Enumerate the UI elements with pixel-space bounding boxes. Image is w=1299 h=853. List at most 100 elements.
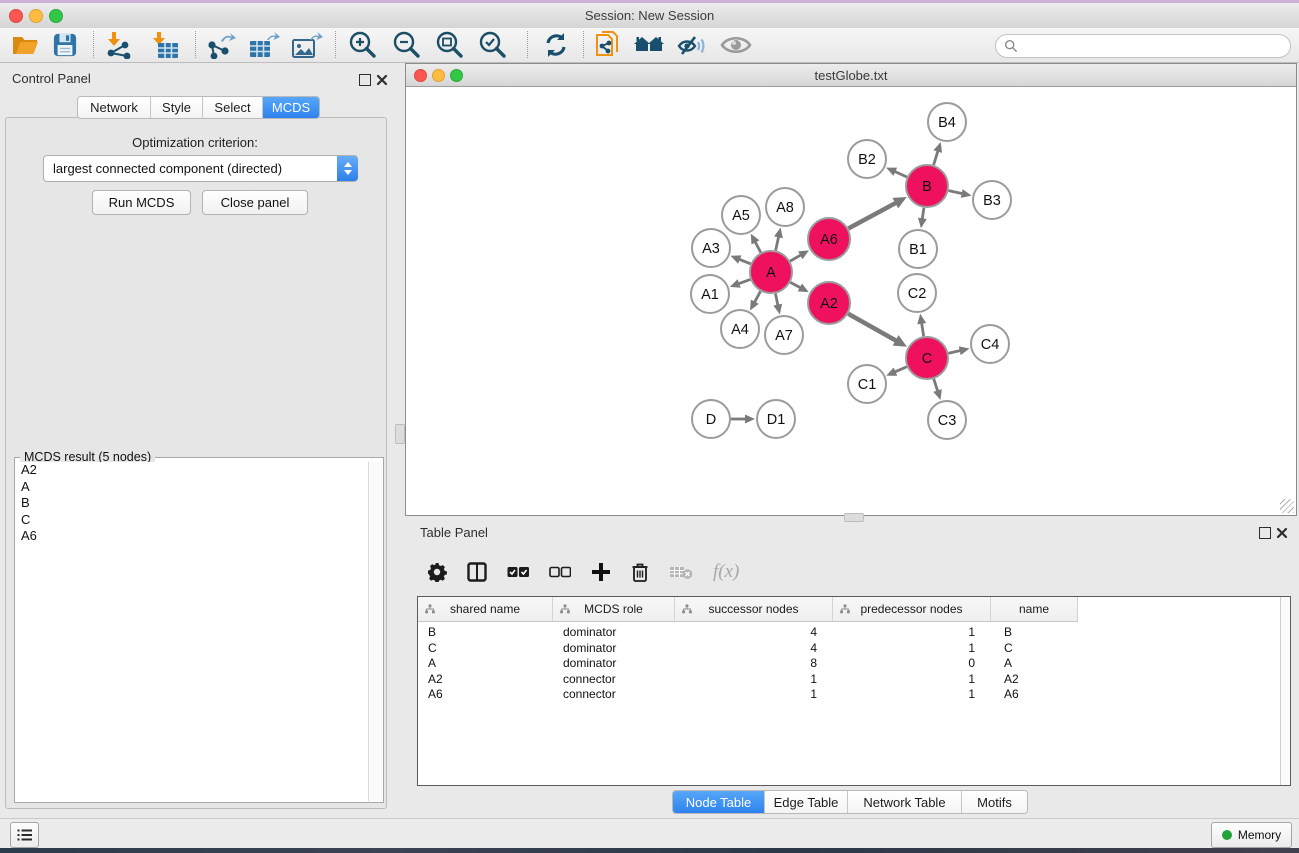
zoom-out-icon	[391, 30, 421, 60]
graph-edge-B-B4[interactable]	[934, 150, 939, 165]
graph-edge-A-A3[interactable]	[738, 259, 751, 264]
import-network-button[interactable]	[100, 30, 138, 60]
control-panel-close-button[interactable]	[376, 73, 388, 91]
table-row-A2[interactable]: A2connector11A2	[418, 672, 1290, 688]
run-mcds-label: Run MCDS	[109, 195, 175, 210]
window-resize-grip[interactable]	[1280, 499, 1294, 513]
table-cell: A6	[991, 687, 1078, 703]
graph-edge-C-C3[interactable]	[934, 379, 938, 392]
import-table-icon	[148, 31, 180, 59]
select-stepper-icon	[337, 156, 358, 181]
zoom-fit-button[interactable]	[430, 30, 468, 60]
search-input[interactable]	[1023, 38, 1277, 54]
mcds-result-scrollbar[interactable]	[368, 462, 382, 801]
tab-network[interactable]: Network	[78, 97, 151, 118]
refresh-button[interactable]	[536, 30, 576, 60]
table-delete-table-button[interactable]	[669, 557, 693, 587]
open-session-button[interactable]	[8, 30, 42, 60]
graph-node-label-A2: A2	[820, 296, 838, 312]
network-file-button[interactable]	[590, 30, 628, 60]
graph-edge-A6-B[interactable]	[848, 202, 897, 228]
table-scrollbar[interactable]	[1280, 597, 1290, 785]
export-table-button[interactable]	[245, 30, 283, 60]
search-field[interactable]	[995, 34, 1291, 58]
tab-network-table[interactable]: Network Table	[848, 791, 962, 813]
graph-node-label-A4: A4	[731, 322, 749, 338]
column-header-shared-name[interactable]: shared name	[418, 597, 553, 621]
table-row-A6[interactable]: A6connector11A6	[418, 687, 1290, 703]
network-canvas[interactable]: B4B2BB3A8A5A6A3B1AC2A1A2A4A7C4CC1C3DD1	[406, 87, 1296, 515]
table-deselect-all-button[interactable]	[549, 557, 571, 587]
column-header-successor-nodes[interactable]: successor nodes	[675, 597, 833, 621]
hide-details-button[interactable]	[672, 30, 710, 60]
graph-node-label-A1: A1	[701, 287, 719, 303]
table-cell: 1	[675, 687, 833, 703]
splitter-handle-horizontal[interactable]	[844, 513, 864, 522]
splitter-handle-vertical[interactable]	[395, 424, 405, 444]
save-session-icon	[53, 33, 77, 57]
settings-gear-icon	[427, 562, 447, 582]
column-header-name[interactable]: name	[991, 597, 1078, 621]
show-details-button[interactable]	[716, 30, 756, 60]
control-panel-float-button[interactable]	[359, 74, 371, 86]
graph-edge-B-B3[interactable]	[949, 191, 964, 194]
graph-edge-A-A4[interactable]	[754, 291, 761, 303]
table-panel-close-button[interactable]	[1276, 526, 1288, 544]
tab-select[interactable]: Select	[203, 97, 263, 118]
zoom-selected-button[interactable]	[473, 30, 511, 60]
graph-edge-A-A5[interactable]	[755, 241, 761, 253]
table-select-all-button[interactable]	[507, 557, 529, 587]
graph-edge-C-C1[interactable]	[894, 367, 907, 373]
status-bar: Memory	[0, 818, 1299, 849]
table-add-column-button[interactable]	[591, 557, 611, 587]
table-row-B[interactable]: Bdominator41B	[418, 625, 1290, 641]
run-mcds-button[interactable]: Run MCDS	[92, 190, 191, 215]
tab-mcds[interactable]: MCDS	[263, 97, 319, 118]
memory-button[interactable]: Memory	[1211, 822, 1292, 848]
graph-edge-C-C2[interactable]	[921, 322, 923, 337]
graph-node-label-C4: C4	[981, 337, 1000, 353]
table-settings-button[interactable]	[427, 557, 447, 587]
tab-node-table[interactable]: Node Table	[673, 791, 765, 813]
show-panels-button[interactable]	[10, 822, 39, 848]
zoom-in-button[interactable]	[343, 30, 381, 60]
app-title: Session: New Session	[0, 8, 1299, 23]
mcds-result-item[interactable]: C	[16, 512, 368, 529]
graph-edge-arrowhead	[773, 304, 782, 315]
mcds-result-item[interactable]: A2	[16, 462, 368, 479]
zoom-out-button[interactable]	[387, 30, 425, 60]
import-table-button[interactable]	[145, 30, 183, 60]
graph-edge-arrowhead	[933, 389, 942, 400]
graph-node-label-B1: B1	[909, 242, 927, 258]
attribute-tree-icon	[682, 604, 692, 614]
table-function-builder-button[interactable]: f(x)	[713, 557, 739, 587]
column-header-MCDS-role[interactable]: MCDS role	[553, 597, 675, 621]
tab-edge-table[interactable]: Edge Table	[765, 791, 848, 813]
graph-edge-A2-C[interactable]	[848, 314, 897, 342]
graph-edge-C-C4[interactable]	[948, 350, 961, 353]
table-cell: A	[991, 656, 1078, 672]
column-header-predecessor-nodes[interactable]: predecessor nodes	[833, 597, 991, 621]
tab-select-label: Select	[214, 100, 250, 115]
export-image-button[interactable]	[288, 30, 326, 60]
tab-style[interactable]: Style	[151, 97, 203, 118]
export-network-button[interactable]	[202, 30, 240, 60]
mcds-result-item[interactable]: B	[16, 495, 368, 512]
save-session-button[interactable]	[48, 30, 82, 60]
close-panel-button[interactable]: Close panel	[202, 190, 308, 215]
table-cell: 1	[833, 672, 991, 688]
table-row-A[interactable]: Adominator80A	[418, 656, 1290, 672]
mcds-result-item[interactable]: A6	[16, 528, 368, 545]
tab-motifs[interactable]: Motifs	[962, 791, 1027, 813]
graph-edge-A-A8[interactable]	[776, 235, 779, 250]
graph-edge-B-B2[interactable]	[893, 171, 906, 177]
graph-edge-A-A1[interactable]	[737, 279, 750, 284]
table-delete-column-button[interactable]	[631, 557, 649, 587]
table-row-C[interactable]: Cdominator41C	[418, 641, 1290, 657]
home-button[interactable]	[630, 30, 668, 60]
criterion-select[interactable]: largest connected component (directed)	[43, 155, 358, 182]
table-panel-float-button[interactable]	[1259, 527, 1271, 539]
graph-edge-A-A6[interactable]	[790, 254, 802, 261]
mcds-result-item[interactable]: A	[16, 479, 368, 496]
table-split-panel-button[interactable]	[467, 557, 487, 587]
